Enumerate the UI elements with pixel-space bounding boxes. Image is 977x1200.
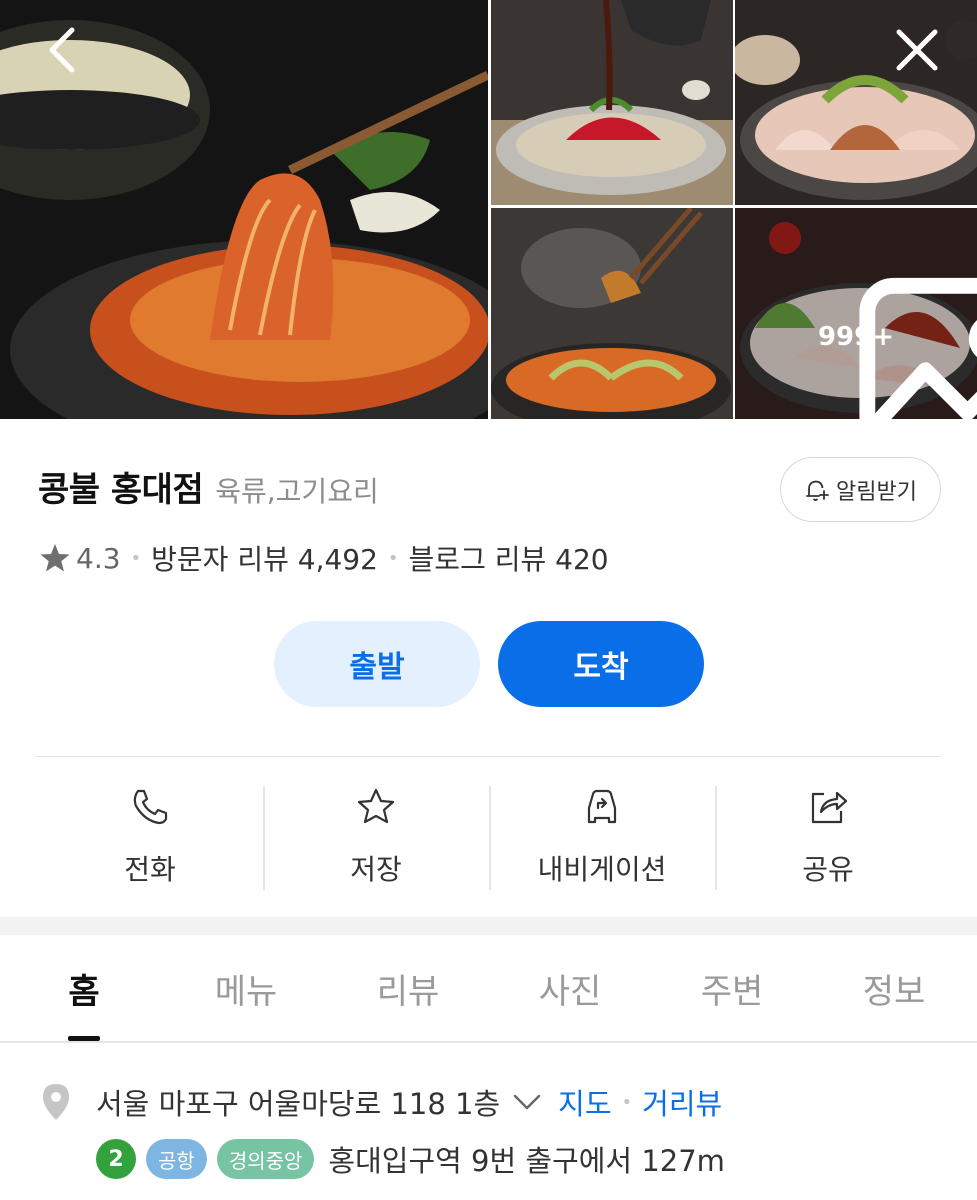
share-action[interactable]: 공유 bbox=[715, 786, 941, 890]
divider bbox=[36, 756, 941, 757]
gyeongui-line-badge: 경의중앙 bbox=[216, 1139, 315, 1179]
tab-home[interactable]: 홈 bbox=[3, 935, 165, 1042]
rating-row: 4.3 • 방문자 리뷰 4,492 • 블로그 리뷰 420 bbox=[38, 538, 609, 578]
airport-line-badge: 공항 bbox=[146, 1139, 207, 1179]
tab-menu[interactable]: 메뉴 bbox=[165, 935, 327, 1042]
depart-button[interactable]: 출발 bbox=[274, 621, 480, 707]
photo-gallery: 999+ bbox=[0, 0, 977, 419]
place-name: 콩불 홍대점 bbox=[38, 470, 204, 510]
photo-count-label: 999+ bbox=[817, 322, 895, 352]
subway-exit-text: 홍대입구역 9번 출구에서 127m bbox=[328, 1144, 725, 1178]
address-row: 서울 마포구 어울마당로 118 1층 지도 • 거리뷰 bbox=[38, 1078, 722, 1126]
streetview-link[interactable]: 거리뷰 bbox=[642, 1081, 722, 1123]
save-action[interactable]: 저장 bbox=[263, 786, 489, 890]
arrive-button[interactable]: 도착 bbox=[498, 621, 704, 707]
tab-reviews[interactable]: 리뷰 bbox=[327, 935, 489, 1042]
share-icon bbox=[811, 791, 848, 824]
save-label: 저장 bbox=[350, 853, 402, 886]
tabs-border bbox=[0, 1041, 977, 1043]
rating-value: 4.3 bbox=[76, 541, 121, 575]
call-label: 전화 bbox=[124, 853, 176, 886]
navigation-action[interactable]: 내비게이션 bbox=[489, 786, 715, 890]
location-pin-icon bbox=[43, 1084, 69, 1120]
subway-line-2-badge: 2 bbox=[96, 1139, 136, 1179]
bell-plus-icon bbox=[806, 480, 829, 501]
chevron-down-icon[interactable] bbox=[512, 1091, 542, 1113]
visitor-reviews-link[interactable]: 방문자 리뷰 4,492 bbox=[151, 538, 378, 578]
separator-dot: • bbox=[387, 547, 399, 569]
place-category: 육류,고기요리 bbox=[215, 475, 379, 508]
alarm-button[interactable]: 알림받기 bbox=[780, 457, 941, 522]
food-photo-2[interactable] bbox=[491, 0, 733, 205]
tab-info[interactable]: 정보 bbox=[813, 935, 975, 1042]
subway-row: 2 공항 경의중앙 홍대입구역 9번 출구에서 127m bbox=[96, 1137, 725, 1181]
separator-dot: • bbox=[130, 547, 142, 569]
blog-reviews-link[interactable]: 블로그 리뷰 420 bbox=[409, 538, 609, 578]
address-text: 서울 마포구 어울마당로 118 1층 bbox=[96, 1087, 501, 1121]
tab-nearby[interactable]: 주변 bbox=[651, 935, 813, 1042]
food-photo-5[interactable]: 999+ bbox=[735, 208, 977, 419]
car-navigation-icon bbox=[587, 789, 617, 824]
alarm-label: 알림받기 bbox=[836, 479, 917, 505]
close-icon[interactable] bbox=[893, 26, 941, 74]
share-label: 공유 bbox=[802, 853, 854, 886]
tab-bar: 홈 메뉴 리뷰 사진 주변 정보 bbox=[0, 935, 977, 1042]
chevron-left-icon[interactable] bbox=[38, 26, 86, 74]
map-link[interactable]: 지도 bbox=[558, 1081, 611, 1123]
tab-photos[interactable]: 사진 bbox=[489, 935, 651, 1042]
section-divider-band bbox=[0, 917, 977, 935]
title-row: 콩불 홍대점 육류,고기요리 bbox=[38, 462, 379, 511]
star-icon bbox=[40, 544, 70, 572]
food-photo-4[interactable] bbox=[491, 208, 733, 419]
navigation-label: 내비게이션 bbox=[537, 853, 667, 886]
star-outline-icon bbox=[357, 788, 395, 824]
phone-icon bbox=[133, 789, 168, 825]
call-action[interactable]: 전화 bbox=[37, 786, 263, 890]
separator-dot: • bbox=[621, 1091, 633, 1113]
